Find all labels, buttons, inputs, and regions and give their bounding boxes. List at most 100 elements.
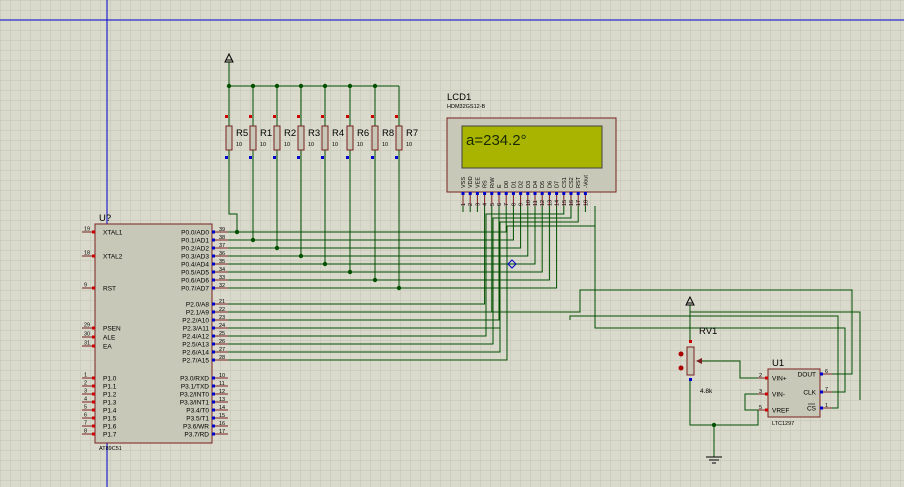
lcd-pin-name: CS1 (562, 177, 568, 188)
lcd-pin-number: 12 (540, 200, 546, 206)
resistor-value: 10 (284, 142, 290, 148)
lcd-pin-number: 5 (490, 203, 496, 206)
mcu-pin-name: P2.6/A14 (182, 350, 209, 357)
mcu-pin-number: 37 (219, 243, 225, 249)
mcu-pin-number: 14 (219, 405, 225, 411)
mcu-pin-name: P0.2/AD2 (181, 246, 209, 253)
mcu-pin-number: 39 (219, 227, 225, 233)
mcu-pin-name: P0.1/AD1 (181, 238, 209, 245)
mcu-pin-number: 10 (219, 373, 225, 379)
lcd-pin-number: 9 (519, 203, 525, 206)
mcu-pin-name: PSEN (103, 326, 121, 333)
mcu-ref: U? (99, 213, 111, 224)
mcu-pin-number: 28 (219, 355, 225, 361)
mcu-pin-number: 12 (219, 389, 225, 395)
lcd-pin-number: 17 (576, 200, 582, 206)
mcu-pin-name: P3.5/T1 (186, 416, 209, 423)
mcu-pin-number: 5 (84, 405, 87, 411)
mcu-pin-number: 23 (219, 315, 225, 321)
lcd-pin-name: D6 (547, 181, 553, 188)
mcu-component[interactable]: U? AT89C51 19 XTAL118 XTAL29 RST29 PSEN30 ALE… (82, 213, 228, 452)
mcu-right-pins: 39 P0.0/AD0 38 P0.1/AD1 37 P0.2/AD2 36 P0.3/AD3… (180, 227, 228, 439)
mcu-pin-name: P1.0 (103, 376, 117, 383)
mcu-pin-number: 17 (219, 429, 225, 435)
adc-pin-number: 7 (825, 387, 828, 393)
pot-ref: RV1 (699, 326, 717, 337)
lcd-pin-number: 2 (468, 203, 474, 206)
lcd-display-text: a=234.2° (466, 132, 527, 149)
mcu-pin-number: 34 (219, 267, 225, 273)
lcd-pin-number: 16 (569, 200, 575, 206)
lcd-pin-name: D5 (540, 181, 546, 188)
mcu-pin-name: P0.4/AD4 (181, 262, 209, 269)
mcu-pin-name: XTAL1 (103, 230, 123, 237)
lcd-pin-name: D2 (519, 181, 525, 188)
mcu-pin-name: P3.0/RXD (180, 376, 209, 383)
lcd-part: HDM32GS12-B (447, 104, 486, 110)
adc-pin-number: 3 (759, 389, 762, 395)
lcd-pin-name: D7 (555, 181, 561, 188)
adc-pin-name: DOUT (798, 372, 816, 379)
lcd-ref: LCD1 (447, 92, 471, 103)
lcd-pin-name: D4 (533, 181, 539, 188)
adc-pin-name: VREF (772, 408, 789, 415)
lcd-pin-number: 11 (533, 200, 539, 206)
resistor-ref: R3 (308, 128, 320, 139)
mcu-pin-name: P2.0/A8 (186, 302, 210, 309)
lcd-pin-name: D3 (526, 181, 532, 188)
mcu-pin-number: 15 (219, 413, 225, 419)
schematic-canvas[interactable]: U? AT89C51 19 XTAL118 XTAL29 RST29 PSEN30 ALE… (0, 0, 904, 487)
mcu-pin-number: 1 (84, 373, 87, 379)
mcu-pin-name: P0.5/AD5 (181, 270, 209, 277)
resistor-ref: R6 (357, 128, 369, 139)
mcu-pin-number: 30 (84, 332, 90, 338)
lcd-pin-name: D0 (504, 181, 510, 188)
mcu-pin-number: 29 (84, 323, 90, 329)
mcu-pin-number: 8 (84, 429, 87, 435)
lcd-pin-name: RS (483, 180, 489, 188)
mcu-pin-number: 9 (84, 283, 87, 289)
mcu-pin-name: P2.5/A13 (182, 342, 209, 349)
lcd-pin-number: 3 (475, 203, 481, 206)
lcd-pin-name: R/W (490, 177, 496, 189)
resistor-ref: R8 (382, 128, 394, 139)
adc-part: LTC1297 (772, 421, 794, 427)
lcd-pin-number: 7 (504, 203, 510, 206)
mcu-pin-name: P1.4 (103, 408, 117, 415)
mcu-pin-number: 13 (219, 397, 225, 403)
adc-pin-number: 1 (825, 403, 828, 409)
mcu-pin-number: 26 (219, 339, 225, 345)
pot-body (686, 346, 695, 376)
mcu-pin-number: 38 (219, 235, 225, 241)
mcu-pin-name: P3.4/T0 (186, 408, 209, 415)
mcu-pin-name: ALE (103, 335, 116, 342)
mcu-pin-number: 36 (219, 251, 225, 257)
mcu-pin-name: P1.3 (103, 400, 117, 407)
mcu-pin-number: 2 (84, 381, 87, 387)
mcu-pin-name: P2.2/A10 (182, 318, 209, 325)
mcu-pin-name: P3.1/TXD (181, 384, 209, 391)
mcu-pin-name: P0.0/AD0 (181, 230, 209, 237)
mcu-pin-number: 24 (219, 323, 225, 329)
resistor-ref: R5 (236, 128, 248, 139)
lcd-pin-number: 10 (526, 200, 532, 206)
adc-pin-number: 6 (825, 369, 828, 375)
mcu-pin-name: P2.7/A15 (182, 358, 209, 365)
mcu-pin-name: P0.6/AD6 (181, 278, 209, 285)
mcu-pin-number: 7 (84, 421, 87, 427)
mcu-pin-name: P1.1 (103, 384, 117, 391)
pot-value: 4.8k (700, 388, 713, 395)
lcd-pin-number: 14 (555, 200, 561, 206)
mcu-pin-number: 3 (84, 389, 87, 395)
lcd-pin-name: VDD (468, 176, 474, 188)
lcd-pin-number: 15 (562, 200, 568, 206)
mcu-pin-name: P1.7 (103, 432, 117, 439)
mcu-pin-name: P3.7/RD (184, 432, 209, 439)
mcu-pin-name: P2.3/A11 (183, 326, 210, 333)
mcu-pin-number: 32 (219, 283, 225, 289)
lcd-pin-number: 1 (461, 203, 467, 206)
mcu-pin-name: P0.7/AD7 (181, 286, 209, 293)
adc-pin-number: 5 (759, 405, 762, 411)
resistor-ref: R4 (332, 128, 344, 139)
mcu-pin-number: 31 (84, 341, 90, 347)
